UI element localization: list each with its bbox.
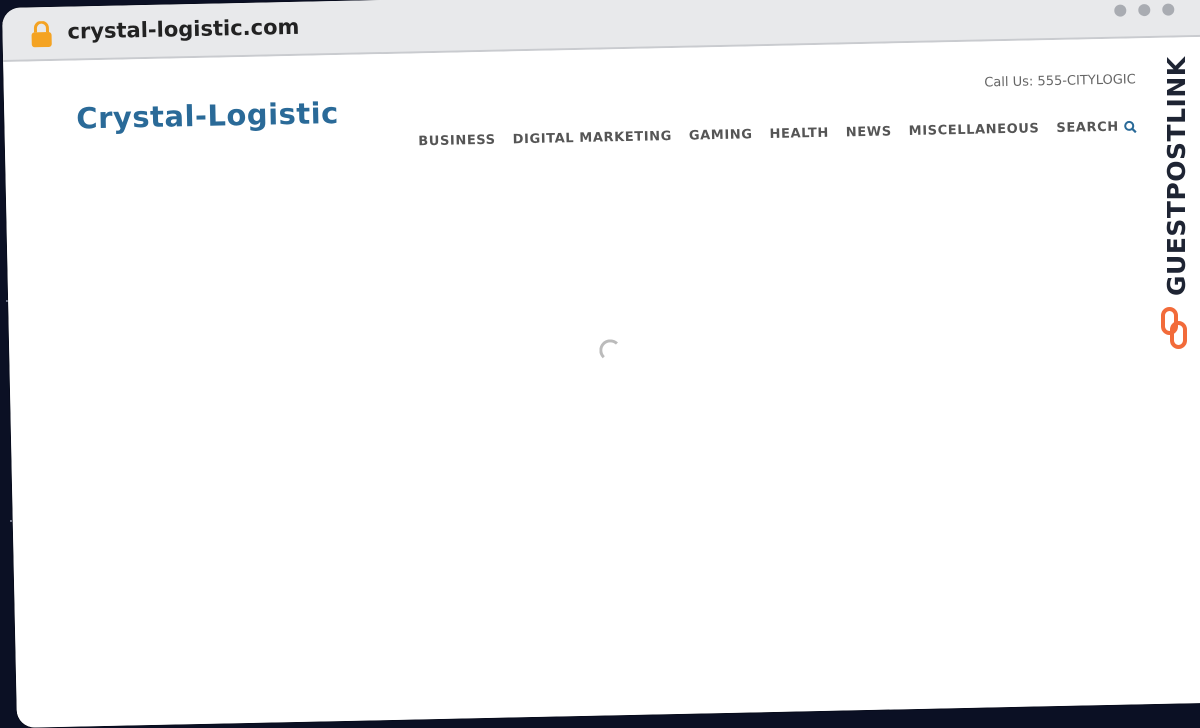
guestpostlinks-watermark: GUESTPOSTLINKS [1161, 56, 1191, 349]
nav-item-business[interactable]: BUSINESS [418, 133, 496, 150]
loading-spinner-icon [599, 339, 622, 362]
window-control-dot[interactable] [1138, 3, 1151, 17]
window-control-dot[interactable] [1114, 4, 1127, 17]
lock-icon [31, 20, 52, 48]
nav-item-miscellaneous[interactable]: MISCELLANEOUS [909, 121, 1040, 139]
watermark-text: GUESTPOSTLINKS [1162, 56, 1191, 296]
nav-item-gaming[interactable]: GAMING [689, 127, 753, 143]
web-page: Crystal-Logistic Call Us: 555-CITYLOGIC … [3, 36, 1200, 728]
search-label: SEARCH [1056, 119, 1119, 136]
nav-item-news[interactable]: NEWS [846, 124, 892, 140]
call-us-text: Call Us: 555-CITYLOGIC [984, 72, 1136, 91]
browser-window: crystal-logistic.com Crystal-Logistic Ca… [2, 0, 1200, 728]
window-control-dot[interactable] [1162, 3, 1175, 16]
search-icon [1124, 120, 1137, 134]
nav-item-digital-marketing[interactable]: DIGITAL MARKETING [513, 129, 673, 147]
site-logo[interactable]: Crystal-Logistic [76, 96, 339, 135]
link-icon [1161, 307, 1187, 349]
main-nav: BUSINESS DIGITAL MARKETING GAMING HEALTH… [418, 119, 1137, 149]
nav-item-health[interactable]: HEALTH [769, 126, 829, 142]
window-controls [1114, 3, 1175, 17]
nav-item-search[interactable]: SEARCH [1056, 119, 1137, 136]
address-bar-url[interactable]: crystal-logistic.com [67, 15, 299, 44]
